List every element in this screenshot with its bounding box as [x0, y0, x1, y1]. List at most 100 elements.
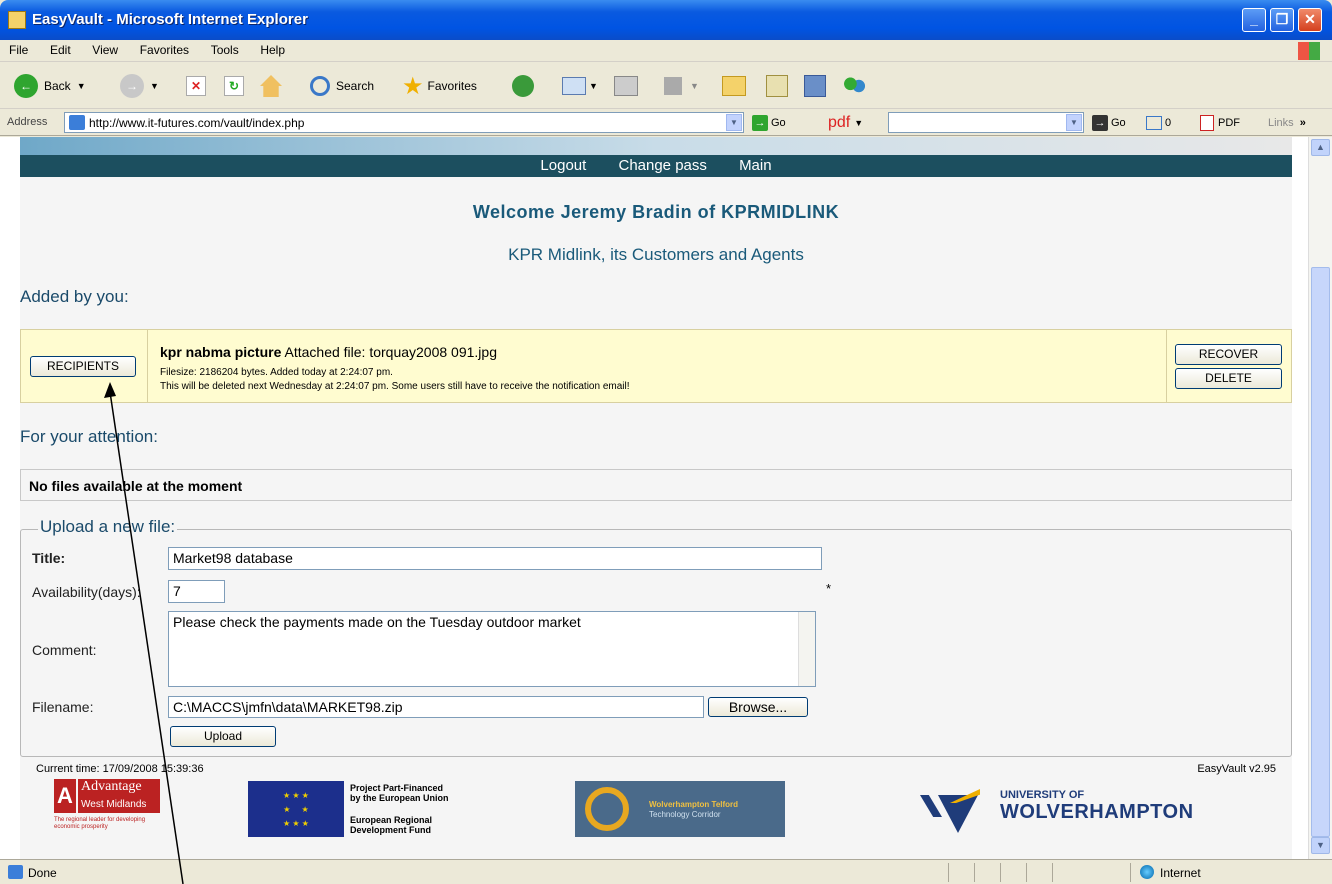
title-input[interactable]: Market98 database [168, 547, 822, 570]
menu-tools[interactable]: Tools [202, 40, 248, 60]
folder-button[interactable] [722, 73, 746, 99]
nav-change-pass[interactable]: Change pass [618, 157, 706, 174]
scroll-up-icon[interactable]: ▲ [1311, 139, 1330, 156]
pdf-search-input-dropdown-icon[interactable]: ▼ [1066, 114, 1082, 131]
menu-view[interactable]: View [83, 40, 127, 60]
menu-favorites[interactable]: Favorites [131, 40, 198, 60]
print-button[interactable] [614, 73, 638, 99]
wtc-ring-icon [585, 787, 629, 831]
filename-label: Filename: [32, 699, 94, 715]
eu-line-1: Project Part-Financed [350, 783, 444, 793]
popup-counter[interactable]: 0 [1146, 114, 1171, 132]
forward-button[interactable]: → ▼ [120, 73, 159, 99]
scroll-thumb[interactable] [1311, 267, 1330, 837]
messenger-button[interactable] [842, 73, 866, 99]
delete-button[interactable]: DELETE [1175, 368, 1282, 389]
file-deletion-info: This will be deleted next Wednesday at 2… [160, 381, 630, 392]
window-title: EasyVault - Microsoft Internet Explorer [32, 11, 308, 28]
top-nav: Logout Change pass Main [20, 155, 1292, 177]
status-divider [1000, 863, 1001, 882]
pdf-button[interactable]: PDF [1200, 114, 1240, 132]
edit-button[interactable]: ▼ [664, 73, 699, 99]
mail-dropdown-icon: ▼ [589, 81, 598, 91]
print-icon [614, 76, 638, 96]
menu-edit[interactable]: Edit [41, 40, 80, 60]
pdf-search-input[interactable]: ▼ [888, 112, 1084, 133]
home-button[interactable] [260, 73, 282, 99]
browse-button[interactable]: Browse... [708, 697, 808, 717]
links-button[interactable]: Links » [1268, 114, 1306, 132]
filename-input[interactable]: C:\MACCS\jmfn\data\MARKET98.zip [168, 696, 704, 718]
close-button[interactable]: ✕ [1298, 8, 1322, 32]
status-divider [1052, 863, 1053, 882]
eu-line-4: Development Fund [350, 825, 432, 835]
maximize-button[interactable]: ❐ [1270, 8, 1294, 32]
added-by-you-heading: Added by you: [20, 287, 129, 306]
advantage-a-icon: A [54, 779, 76, 813]
minimize-button[interactable]: _ [1242, 8, 1266, 32]
pdf-search-button[interactable]: pdf ▼ [828, 114, 863, 132]
advantage-west-midlands-logo: A Advantage West Midlands The regional l… [54, 779, 164, 839]
page-icon [69, 115, 85, 130]
favorites-button[interactable]: ★ Favorites [402, 72, 477, 100]
upload-button[interactable]: Upload [170, 726, 276, 747]
comment-textarea[interactable]: Please check the payments made on the Tu… [168, 611, 816, 687]
status-divider [1130, 863, 1131, 882]
header-banner [20, 137, 1292, 155]
go-button[interactable]: → Go [752, 114, 786, 132]
back-button[interactable]: ← Back ▼ [14, 73, 86, 99]
ie-app-icon [8, 11, 26, 29]
refresh-icon: ↻ [224, 76, 244, 96]
recipients-button[interactable]: RECIPIENTS [30, 356, 136, 377]
search-label: Search [336, 79, 375, 93]
edit-dropdown-icon: ▼ [690, 81, 699, 91]
go2-button[interactable]: → Go [1092, 114, 1126, 132]
menu-file[interactable]: File [0, 40, 37, 60]
file-size-info: Filesize: 2186204 bytes. Added today at … [160, 367, 393, 378]
refresh-button[interactable]: ↻ [224, 73, 244, 99]
status-bar: Done Internet [0, 859, 1332, 884]
vertical-scrollbar[interactable]: ▲ ▼ [1308, 137, 1332, 859]
search-icon [310, 76, 330, 96]
mail-button[interactable]: ▼ [562, 73, 598, 99]
messenger-icon [842, 75, 866, 97]
availability-input[interactable]: 7 [168, 580, 225, 603]
popup-icon [1146, 116, 1162, 130]
menu-help[interactable]: Help [251, 40, 294, 60]
attached-file: Attached file: torquay2008 091.jpg [284, 344, 498, 360]
file-title: kpr nabma picture [160, 344, 282, 360]
university-of-wolverhampton-logo: UNIVERSITY OF WOLVERHAMPTON [920, 783, 1220, 837]
nav-main[interactable]: Main [739, 157, 772, 174]
recover-button[interactable]: RECOVER [1175, 344, 1282, 365]
popup-count: 0 [1165, 117, 1172, 129]
comment-scrollbar[interactable] [798, 612, 815, 686]
back-dropdown-icon: ▼ [76, 81, 86, 91]
mail-icon [562, 77, 586, 95]
folder-icon [722, 76, 746, 96]
wolverhampton-telford-logo: Wolverhampton Telford Technology Corrido… [575, 781, 785, 837]
search-button[interactable]: Search [310, 73, 374, 99]
address-input[interactable]: http://www.it-futures.com/vault/index.ph… [64, 112, 744, 133]
history-button[interactable] [512, 73, 534, 99]
home-icon [260, 75, 282, 97]
uow-line-2: WOLVERHAMPTON [1000, 801, 1194, 823]
comment-label: Comment: [32, 642, 97, 658]
availability-label: Availability(days): [32, 584, 141, 600]
uow-emblem-icon [920, 787, 990, 833]
star-icon: ★ [402, 72, 424, 100]
scroll-down-icon[interactable]: ▼ [1311, 837, 1330, 854]
stop-button[interactable]: ✕ [186, 73, 206, 99]
address-bar: Address http://www.it-futures.com/vault/… [0, 110, 1332, 136]
status-divider [1026, 863, 1027, 882]
pdf-icon [1200, 115, 1214, 131]
pdf-label: PDF [1218, 117, 1240, 129]
security-zone: Internet [1160, 866, 1201, 880]
research-button[interactable] [766, 73, 788, 99]
go-label: Go [771, 117, 786, 129]
nav-logout[interactable]: Logout [540, 157, 586, 174]
current-time: Current time: 17/09/2008 15:39:36 [36, 763, 204, 775]
status-divider [948, 863, 949, 882]
book-button[interactable] [804, 73, 826, 99]
address-dropdown-icon[interactable]: ▼ [726, 114, 742, 131]
organization-subtitle: KPR Midlink, its Customers and Agents [508, 245, 804, 264]
